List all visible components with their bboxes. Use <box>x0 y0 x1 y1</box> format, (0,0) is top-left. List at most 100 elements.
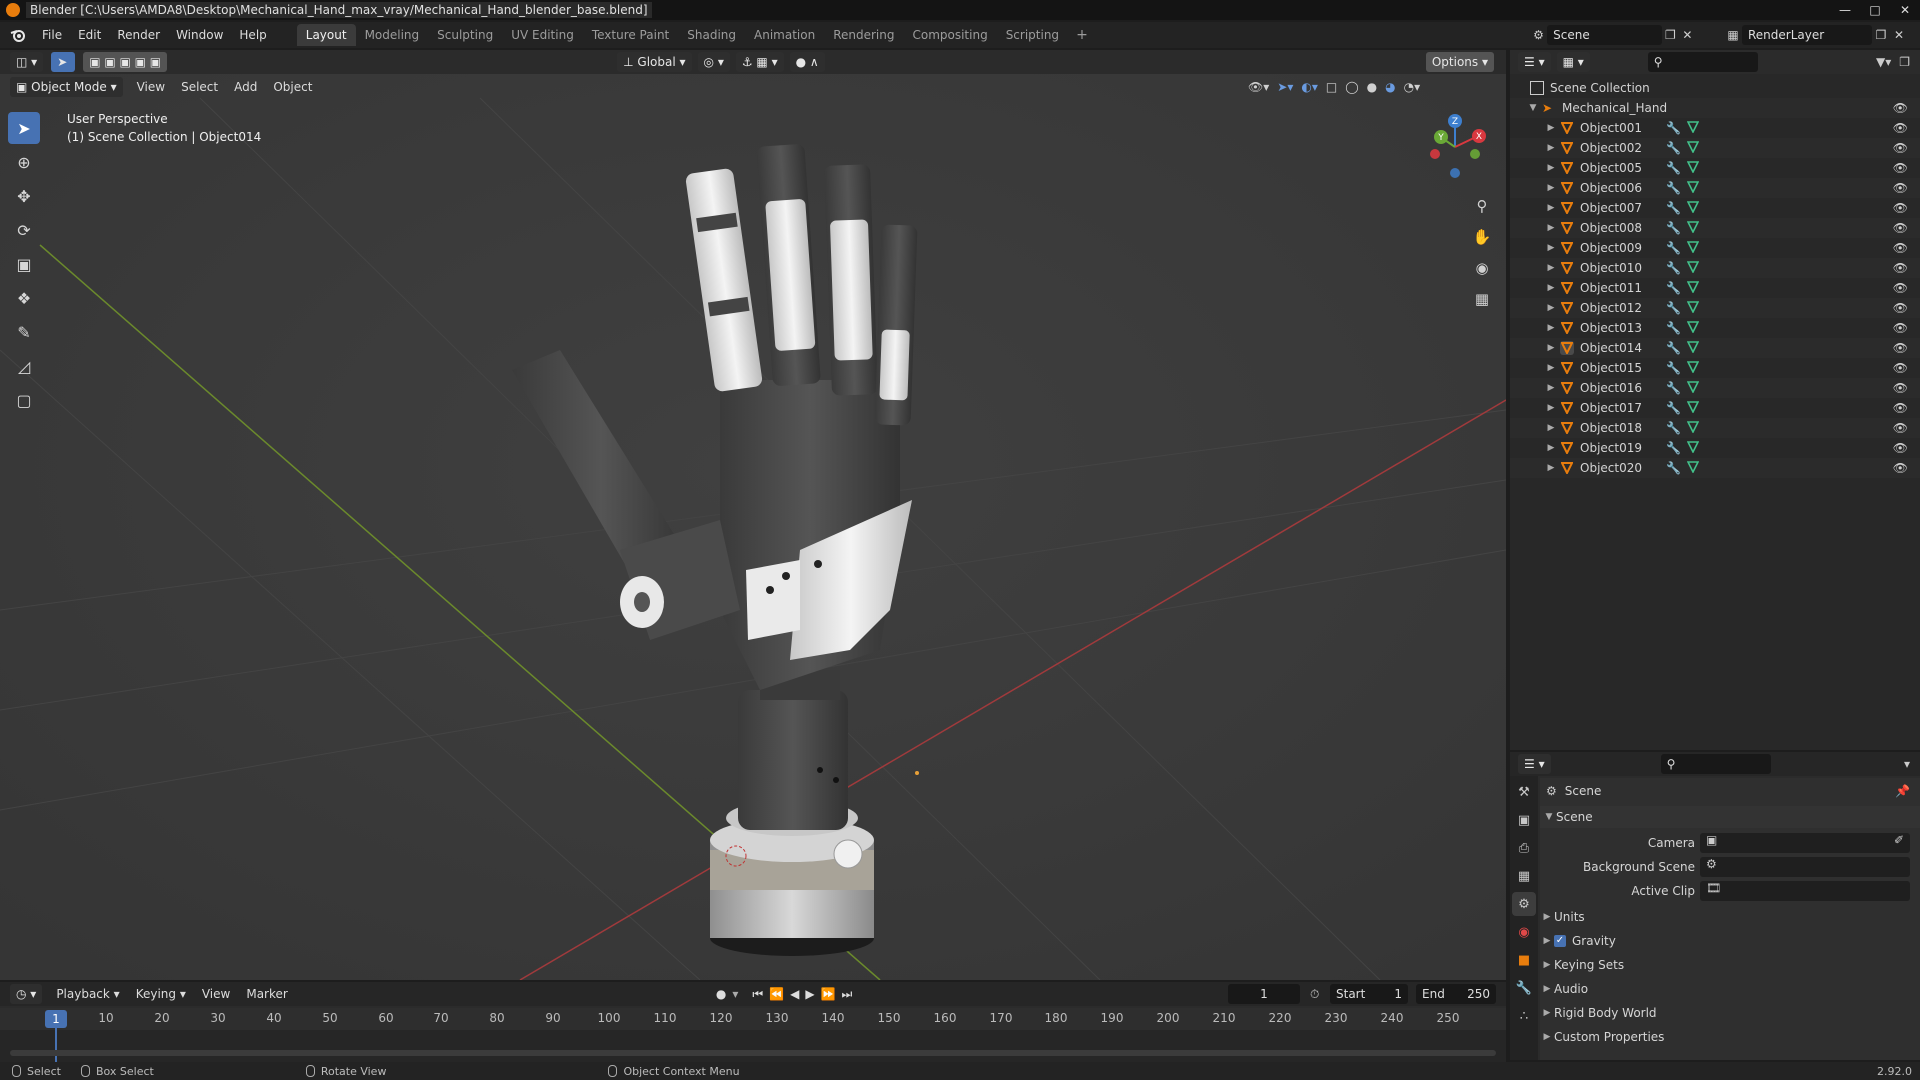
expand-triangle-icon[interactable]: ▶ <box>1544 383 1558 393</box>
mesh-data-icon[interactable] <box>1686 120 1700 136</box>
modifier-wrench-icon[interactable]: 🔧 <box>1666 461 1681 475</box>
menu-file[interactable]: File <box>34 28 70 42</box>
current-frame-field[interactable]: 1 <box>1228 984 1300 1004</box>
outliner-object-row[interactable]: ▶ Object012 🔧 👁 <box>1510 298 1920 318</box>
menu-help[interactable]: Help <box>231 28 274 42</box>
mesh-data-icon[interactable] <box>1686 160 1700 176</box>
scene-name-field[interactable]: Scene <box>1547 25 1662 45</box>
menu-select[interactable]: Select <box>173 80 226 94</box>
move-tool-icon[interactable]: ✥ <box>8 180 40 212</box>
outliner-object-row[interactable]: ▶ Object010 🔧 👁 <box>1510 258 1920 278</box>
solid-shading-icon[interactable]: ● <box>1367 80 1377 94</box>
orthographic-toggle-icon[interactable]: ▦ <box>1468 285 1496 313</box>
render-layer-field[interactable]: RenderLayer <box>1742 25 1872 45</box>
visibility-eye-icon[interactable]: 👁 <box>1893 461 1908 475</box>
tab-animation[interactable]: Animation <box>745 24 824 46</box>
outliner-object-row[interactable]: ▶ Object016 🔧 👁 <box>1510 378 1920 398</box>
visibility-icon[interactable]: 👁▾ <box>1248 80 1269 94</box>
tab-layout[interactable]: Layout <box>296 24 356 46</box>
outliner-object-row[interactable]: ▶ Object018 🔧 👁 <box>1510 418 1920 438</box>
gizmo-toggle-icon[interactable]: ➤▾ <box>1277 80 1293 94</box>
menu-object[interactable]: Object <box>265 80 320 94</box>
mesh-data-icon[interactable] <box>1686 280 1700 296</box>
tab-uv-editing[interactable]: UV Editing <box>502 24 583 46</box>
modifier-wrench-icon[interactable]: 🔧 <box>1666 421 1681 435</box>
mesh-data-icon[interactable] <box>1686 140 1700 156</box>
outliner-editor-type-button[interactable]: ☰ ▾ <box>1518 52 1551 72</box>
material-shading-icon[interactable]: ◕ <box>1385 80 1395 94</box>
properties-options-icon[interactable]: ▾ <box>1904 757 1910 771</box>
visibility-eye-icon[interactable]: 👁 <box>1893 141 1908 155</box>
camera-field[interactable]: ▣ ✐ <box>1700 833 1910 853</box>
wireframe-shading-icon[interactable]: ◯ <box>1345 80 1358 94</box>
expand-triangle-icon[interactable]: ▶ <box>1544 463 1558 473</box>
timeline-keying-menu[interactable]: Keying ▾ <box>128 987 194 1001</box>
custom-properties-panel-header[interactable]: ▶ Custom Properties <box>1540 1026 1920 1048</box>
output-tab-icon[interactable]: ⎙ <box>1512 836 1536 860</box>
tab-sculpting[interactable]: Sculpting <box>428 24 502 46</box>
mesh-data-icon[interactable] <box>1686 260 1700 276</box>
outliner-object-row[interactable]: ▶ Object008 🔧 👁 <box>1510 218 1920 238</box>
add-workspace-icon[interactable]: + <box>1068 27 1096 43</box>
modifier-wrench-icon[interactable]: 🔧 <box>1666 261 1681 275</box>
outliner-object-row[interactable]: ▶ Object006 🔧 👁 <box>1510 178 1920 198</box>
timeline-body[interactable] <box>0 1030 1506 1062</box>
outliner-scene-collection[interactable]: Scene Collection <box>1510 78 1920 98</box>
modifier-wrench-icon[interactable]: 🔧 <box>1666 381 1681 395</box>
outliner-object-row[interactable]: ▶ Object007 🔧 👁 <box>1510 198 1920 218</box>
visibility-eye-icon[interactable]: 👁 <box>1893 161 1908 175</box>
outliner-object-row[interactable]: ▶ Object005 🔧 👁 <box>1510 158 1920 178</box>
properties-editor-type-button[interactable]: ☰ ▾ <box>1518 754 1551 774</box>
modifier-wrench-icon[interactable]: 🔧 <box>1666 121 1681 135</box>
menu-render[interactable]: Render <box>109 28 168 42</box>
new-collection-icon[interactable]: ❐ <box>1899 55 1910 69</box>
cursor-tool-icon[interactable]: ⊕ <box>8 146 40 178</box>
gravity-checkbox[interactable]: ✓ <box>1554 935 1566 947</box>
navigation-gizmo[interactable]: Z X Y <box>1420 112 1490 182</box>
outliner-object-row[interactable]: ▶ Object009 🔧 👁 <box>1510 238 1920 258</box>
select-mode-icon[interactable]: ➤ <box>51 52 76 72</box>
eyedropper-icon[interactable]: ✐ <box>1894 833 1904 847</box>
modifier-wrench-icon[interactable]: 🔧 <box>1666 181 1681 195</box>
display-mode-button[interactable]: ▦ ▾ <box>1556 52 1590 72</box>
visibility-eye-icon[interactable]: 👁 <box>1893 321 1908 335</box>
scene-tab-icon[interactable]: ⚙ <box>1512 892 1536 916</box>
pan-hand-icon[interactable]: ✋ <box>1468 223 1496 251</box>
rigid-body-expand-icon[interactable]: ▶ <box>1540 1008 1554 1018</box>
selection-mode-buttons[interactable]: ▣ ▣ ▣ ▣ ▣ <box>83 52 168 72</box>
timeline-scrollbar[interactable] <box>10 1050 1496 1056</box>
visibility-eye-icon[interactable]: 👁 <box>1893 441 1908 455</box>
xray-toggle-icon[interactable]: □ <box>1326 80 1337 94</box>
visibility-eye-icon[interactable]: 👁 <box>1893 261 1908 275</box>
mesh-data-icon[interactable] <box>1686 240 1700 256</box>
timeline-playback-menu[interactable]: Playback ▾ <box>48 987 127 1001</box>
background-scene-field[interactable]: ⚙ <box>1700 857 1910 877</box>
expand-triangle-icon[interactable]: ▶ <box>1544 263 1558 273</box>
expand-triangle-icon[interactable]: ▶ <box>1544 343 1558 353</box>
select-box-tool-icon[interactable]: ➤ <box>8 112 40 144</box>
add-cube-tool-icon[interactable]: ▢ <box>8 384 40 416</box>
modifier-tab-icon[interactable]: 🔧 <box>1512 976 1536 1000</box>
new-layer-icon[interactable]: ❐ <box>1872 26 1890 44</box>
outliner-object-row[interactable]: ▶ Object001 🔧 👁 <box>1510 118 1920 138</box>
mesh-data-icon[interactable] <box>1686 460 1700 476</box>
editor-type-button[interactable]: ◫ ▾ <box>10 52 44 72</box>
outliner-object-row[interactable]: ▶ Object017 🔧 👁 <box>1510 398 1920 418</box>
expand-triangle-icon[interactable]: ▶ <box>1544 243 1558 253</box>
mesh-data-icon[interactable] <box>1686 440 1700 456</box>
preview-range-icon[interactable]: ⏱ <box>1310 987 1319 1002</box>
annotate-tool-icon[interactable]: ✎ <box>8 316 40 348</box>
modifier-wrench-icon[interactable]: 🔧 <box>1666 401 1681 415</box>
keying-sets-panel-header[interactable]: ▶ Keying Sets <box>1540 954 1920 976</box>
tab-modeling[interactable]: Modeling <box>356 24 429 46</box>
outliner-object-row[interactable]: ▶ Object002 🔧 👁 <box>1510 138 1920 158</box>
visibility-eye-icon[interactable]: 👁 <box>1893 181 1908 195</box>
outliner-object-row[interactable]: ▶ Object014 🔧 👁 <box>1510 338 1920 358</box>
audio-panel-header[interactable]: ▶ Audio <box>1540 978 1920 1000</box>
audio-expand-icon[interactable]: ▶ <box>1540 984 1554 994</box>
visibility-eye-icon[interactable]: 👁 <box>1893 301 1908 315</box>
gravity-expand-icon[interactable]: ▶ <box>1540 936 1554 946</box>
outliner-collection-row[interactable]: ▼ ➤ Mechanical_Hand 👁 <box>1510 98 1920 118</box>
delete-scene-icon[interactable]: ✕ <box>1679 26 1696 44</box>
transform-orientation-dropdown[interactable]: ⊥ Global ▾ <box>617 52 692 72</box>
